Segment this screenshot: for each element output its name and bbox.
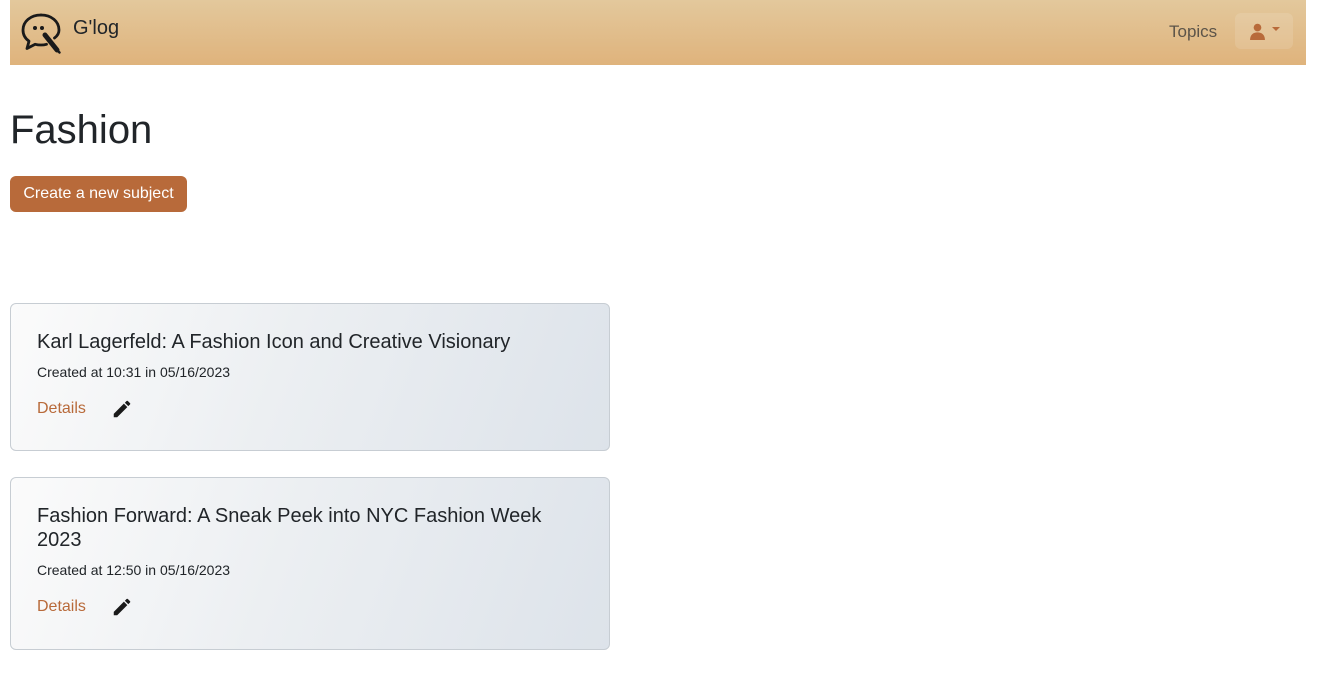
chevron-down-icon: [1271, 27, 1280, 31]
brand-name: G'log: [73, 16, 120, 39]
details-link[interactable]: Details: [37, 598, 86, 616]
user-icon: [1249, 23, 1265, 40]
subject-card: Fashion Forward: A Sneak Peek into NYC F…: [10, 477, 610, 650]
details-link[interactable]: Details: [37, 400, 86, 418]
pencil-icon[interactable]: [111, 596, 133, 618]
create-subject-button[interactable]: Create a new subject: [10, 176, 187, 212]
chat-bubble-pen-icon: [21, 13, 61, 54]
subject-created-at: Created at 10:31 in 05/16/2023: [37, 364, 231, 380]
subject-title: Karl Lagerfeld: A Fashion Icon and Creat…: [37, 331, 511, 353]
subject-title: Fashion Forward: A Sneak Peek into NYC F…: [37, 505, 542, 551]
subject-actions: Details: [37, 596, 583, 618]
subject-created-at: Created at 12:50 in 05/16/2023: [37, 562, 231, 578]
subject-card: Karl Lagerfeld: A Fashion Icon and Creat…: [10, 303, 610, 451]
nav-topics-link[interactable]: Topics: [1169, 22, 1217, 42]
page-title: Fashion: [10, 108, 153, 152]
user-menu-button[interactable]: [1235, 13, 1293, 49]
brand-link[interactable]: G'log: [20, 10, 119, 54]
top-navbar: G'log Topics: [10, 0, 1306, 65]
pencil-icon[interactable]: [111, 398, 133, 420]
subject-actions: Details: [37, 398, 583, 420]
